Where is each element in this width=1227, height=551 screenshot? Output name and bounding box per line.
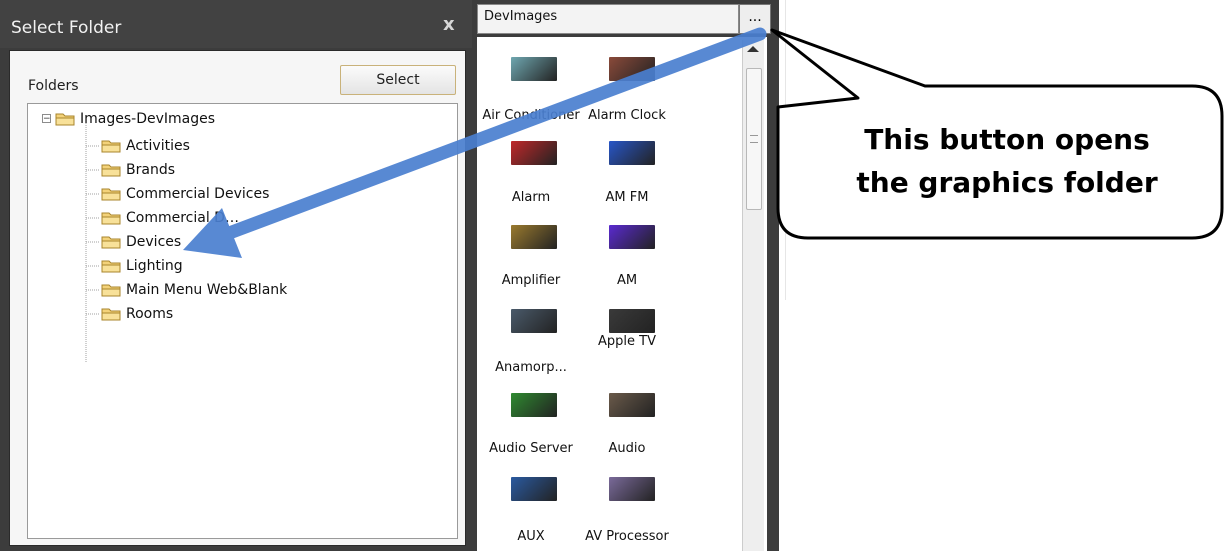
callout-text: This button opens the graphics folder [798, 118, 1216, 204]
callout-line-2: the graphics folder [856, 166, 1158, 199]
callout-line-1: This button opens [864, 123, 1150, 156]
blue-arrow [183, 27, 767, 258]
annotation-overlay [183, 27, 1224, 258]
